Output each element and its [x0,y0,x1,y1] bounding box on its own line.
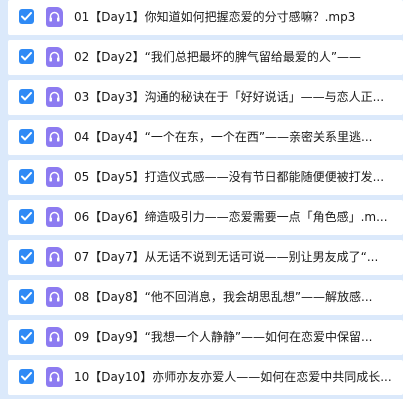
file-name: 08【Day8】“他不回消息，我会胡思乱想”——解放感... [74,290,373,304]
checkbox-checked[interactable] [19,329,34,344]
file-row[interactable]: 06【Day6】缔造吸引力——恋爱需要一点「角色感」.m... [8,200,403,235]
file-name: 06【Day6】缔造吸引力——恋爱需要一点「角色感」.m... [74,210,388,224]
file-name: 01【Day1】你知道如何把握恋爱的分寸感嘛？.mp3 [74,10,356,24]
check-icon [21,332,32,341]
check-icon [21,52,32,61]
file-row[interactable]: 09【Day9】“我想一个人静静”——如何在恋爱中保留... [8,320,403,355]
checkbox-checked[interactable] [19,209,34,224]
file-row[interactable]: 08【Day8】“他不回消息，我会胡思乱想”——解放感... [8,280,403,315]
audio-file-icon [46,7,63,27]
file-name: 10【Day10】亦师亦友亦爱人——如何在恋爱中共同成长... [74,370,392,384]
file-row[interactable]: 10【Day10】亦师亦友亦爱人——如何在恋爱中共同成长... [8,360,403,395]
file-name: 04【Day4】“一个在东，一个在西”——亲密关系里逃... [74,130,373,144]
file-row[interactable]: 04【Day4】“一个在东，一个在西”——亲密关系里逃... [8,120,403,155]
file-name: 03【Day3】沟通的秘诀在于「好好说话」——与恋人正... [74,90,385,104]
check-icon [21,292,32,301]
file-name: 02【Day2】“我们总把最坏的脾气留给最爱的人”—— [74,50,362,64]
file-row[interactable]: 05【Day5】打造仪式感——没有节日都能随便便被打发... [8,160,403,195]
audio-file-icon [46,367,63,387]
audio-file-icon [46,87,63,107]
checkbox-checked[interactable] [19,129,34,144]
audio-file-icon [46,47,63,67]
check-icon [21,172,32,181]
file-row[interactable]: 02【Day2】“我们总把最坏的脾气留给最爱的人”—— [8,40,403,75]
audio-file-icon [46,327,63,347]
check-icon [21,212,32,221]
audio-file-icon [46,287,63,307]
file-row[interactable]: 07【Day7】从无话不说到无话可说——别让男友成了“... [8,240,403,275]
file-name: 07【Day7】从无话不说到无话可说——别让男友成了“... [74,250,379,264]
file-name: 09【Day9】“我想一个人静静”——如何在恋爱中保留... [74,330,373,344]
checkbox-checked[interactable] [19,289,34,304]
checkbox-checked[interactable] [19,369,34,384]
check-icon [21,92,32,101]
checkbox-checked[interactable] [19,9,34,24]
checkbox-checked[interactable] [19,249,34,264]
checkbox-checked[interactable] [19,49,34,64]
file-name: 05【Day5】打造仪式感——没有节日都能随便便被打发... [74,170,385,184]
file-row[interactable]: 03【Day3】沟通的秘诀在于「好好说话」——与恋人正... [8,80,403,115]
file-list: 01【Day1】你知道如何把握恋爱的分寸感嘛？.mp3 02【Day2】“我们总… [8,0,403,399]
checkbox-checked[interactable] [19,169,34,184]
check-icon [21,12,32,21]
audio-file-icon [46,247,63,267]
check-icon [21,372,32,381]
audio-file-icon [46,127,63,147]
check-icon [21,252,32,261]
audio-file-icon [46,167,63,187]
check-icon [21,132,32,141]
checkbox-checked[interactable] [19,89,34,104]
audio-file-icon [46,207,63,227]
file-row[interactable]: 01【Day1】你知道如何把握恋爱的分寸感嘛？.mp3 [8,0,403,35]
